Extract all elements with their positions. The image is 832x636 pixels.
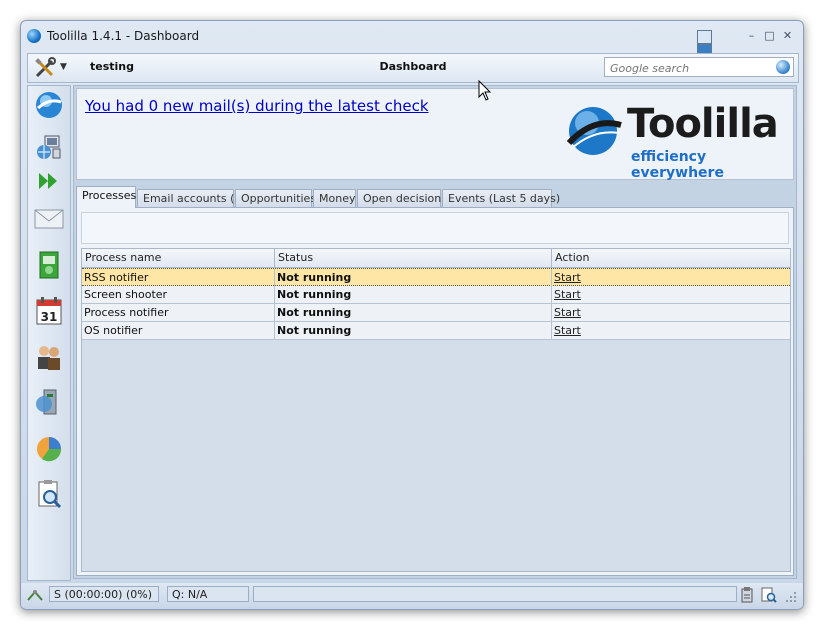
resize-grip-icon[interactable] [785,591,797,603]
tab-opportunities[interactable]: Opportunities [235,189,316,207]
document-search-icon[interactable] [761,587,777,603]
app-logo-icon [27,29,41,43]
calendar-day-label: 31 [41,310,58,324]
grid-header: Process name Status Action [82,249,790,268]
close-button[interactable]: ✕ [781,30,794,42]
sidebar-item-reports[interactable] [32,478,66,512]
sidebar-item-email[interactable] [32,202,66,236]
status-cell: Not running [275,304,552,321]
sidebar-item-processes[interactable] [32,386,66,420]
toolilla-logo: Toolilla efficiency everywhere [563,97,793,181]
table-row[interactable]: Process notifier Not running Start [82,304,790,322]
process-name-cell: RSS notifier [82,269,275,286]
sidebar-item-money[interactable] [32,248,66,282]
connection-icon[interactable] [27,588,43,602]
start-link[interactable]: Start [552,286,790,303]
process-name-cell: Process notifier [82,304,275,321]
envelope-icon [34,209,64,229]
column-header-action[interactable]: Action [552,249,790,267]
tab-events[interactable]: Events (Last 5 days) [442,189,560,207]
start-link[interactable]: Start [552,322,790,339]
processes-grid: Process name Status Action RSS notifier … [81,248,791,572]
queue-status: Q: N/A [167,586,249,602]
clipboard-icon[interactable] [741,587,753,603]
grid-filter-bar [81,212,789,244]
status-cell: Not running [275,322,552,339]
fast-forward-icon [39,173,57,189]
process-name-cell: OS notifier [82,322,275,339]
column-header-process-name[interactable]: Process name [82,249,275,267]
sidebar-item-contacts[interactable] [32,340,66,374]
tools-icon[interactable] [34,57,56,79]
window-title: Toolilla 1.4.1 - Dashboard [47,29,200,43]
table-row[interactable]: RSS notifier Not running Start [82,268,790,286]
status-bar: S (00:00:00) (0%) Q: N/A [21,583,803,607]
status-cell: Not running [275,286,552,303]
sidebar: 31 [27,85,71,581]
sidebar-item-expand[interactable] [32,164,66,198]
status-cell: Not running [275,269,552,286]
search-input[interactable] [608,59,772,77]
tools-dropdown-arrow[interactable]: ▼ [60,62,67,72]
toolilla-logo-icon [36,92,62,118]
people-icon [38,346,60,370]
column-header-status[interactable]: Status [275,249,552,267]
dashboard-content: You had 0 new mail(s) during the latest … [73,85,797,579]
sidebar-item-statistics[interactable] [32,432,66,466]
sidebar-item-network-monitor[interactable] [32,130,66,164]
money-icon [39,251,59,279]
main-toolbar: ▼ testing Dashboard [27,53,799,83]
maximize-button[interactable]: □ [763,30,776,42]
mail-summary-panel: You had 0 new mail(s) during the latest … [76,88,794,181]
mouse-pointer-icon [478,80,492,101]
restore-view-icon[interactable] [697,30,712,44]
status-message-area [253,586,737,602]
logo-wordmark: Toolilla [627,101,779,147]
titlebar-extra-buttons [697,30,731,58]
globe-search-icon[interactable] [776,60,790,74]
start-link[interactable]: Start [552,269,790,286]
process-name-cell: Screen shooter [82,286,275,303]
pie-chart-icon [37,437,62,462]
table-row[interactable]: Screen shooter Not running Start [82,286,790,304]
title-bar[interactable]: Toolilla 1.4.1 - Dashboard – □ ✕ [21,21,803,58]
minimize-button[interactable]: – [745,30,758,42]
tab-processes[interactable]: Processes [76,186,136,208]
search-box[interactable] [604,57,794,77]
toolilla-globe-icon [566,107,622,155]
app-window: Toolilla 1.4.1 - Dashboard – □ ✕ ▼ testi… [20,20,804,610]
tab-open-decisions[interactable]: Open decisions [357,189,447,207]
sync-status: S (00:00:00) (0%) [49,586,159,602]
logo-tagline: efficiency everywhere [631,149,724,181]
start-link[interactable]: Start [552,304,790,321]
new-mail-link[interactable]: You had 0 new mail(s) during the latest … [85,97,429,115]
magnifier-document-icon [38,480,62,509]
tab-email-accounts[interactable]: Email accounts (1) [137,189,246,207]
user-label: testing [90,60,134,73]
page-title: Dashboard [379,60,447,73]
process-icon [36,389,57,415]
sidebar-item-toolilla-home[interactable] [32,88,66,122]
sidebar-item-calendar[interactable]: 31 [32,294,66,328]
table-row[interactable]: OS notifier Not running Start [82,322,790,340]
tab-money[interactable]: Money [313,189,356,207]
network-monitor-icon [37,135,61,159]
calendar-icon: 31 [36,297,62,325]
processes-tab-panel: Process name Status Action RSS notifier … [76,207,794,576]
